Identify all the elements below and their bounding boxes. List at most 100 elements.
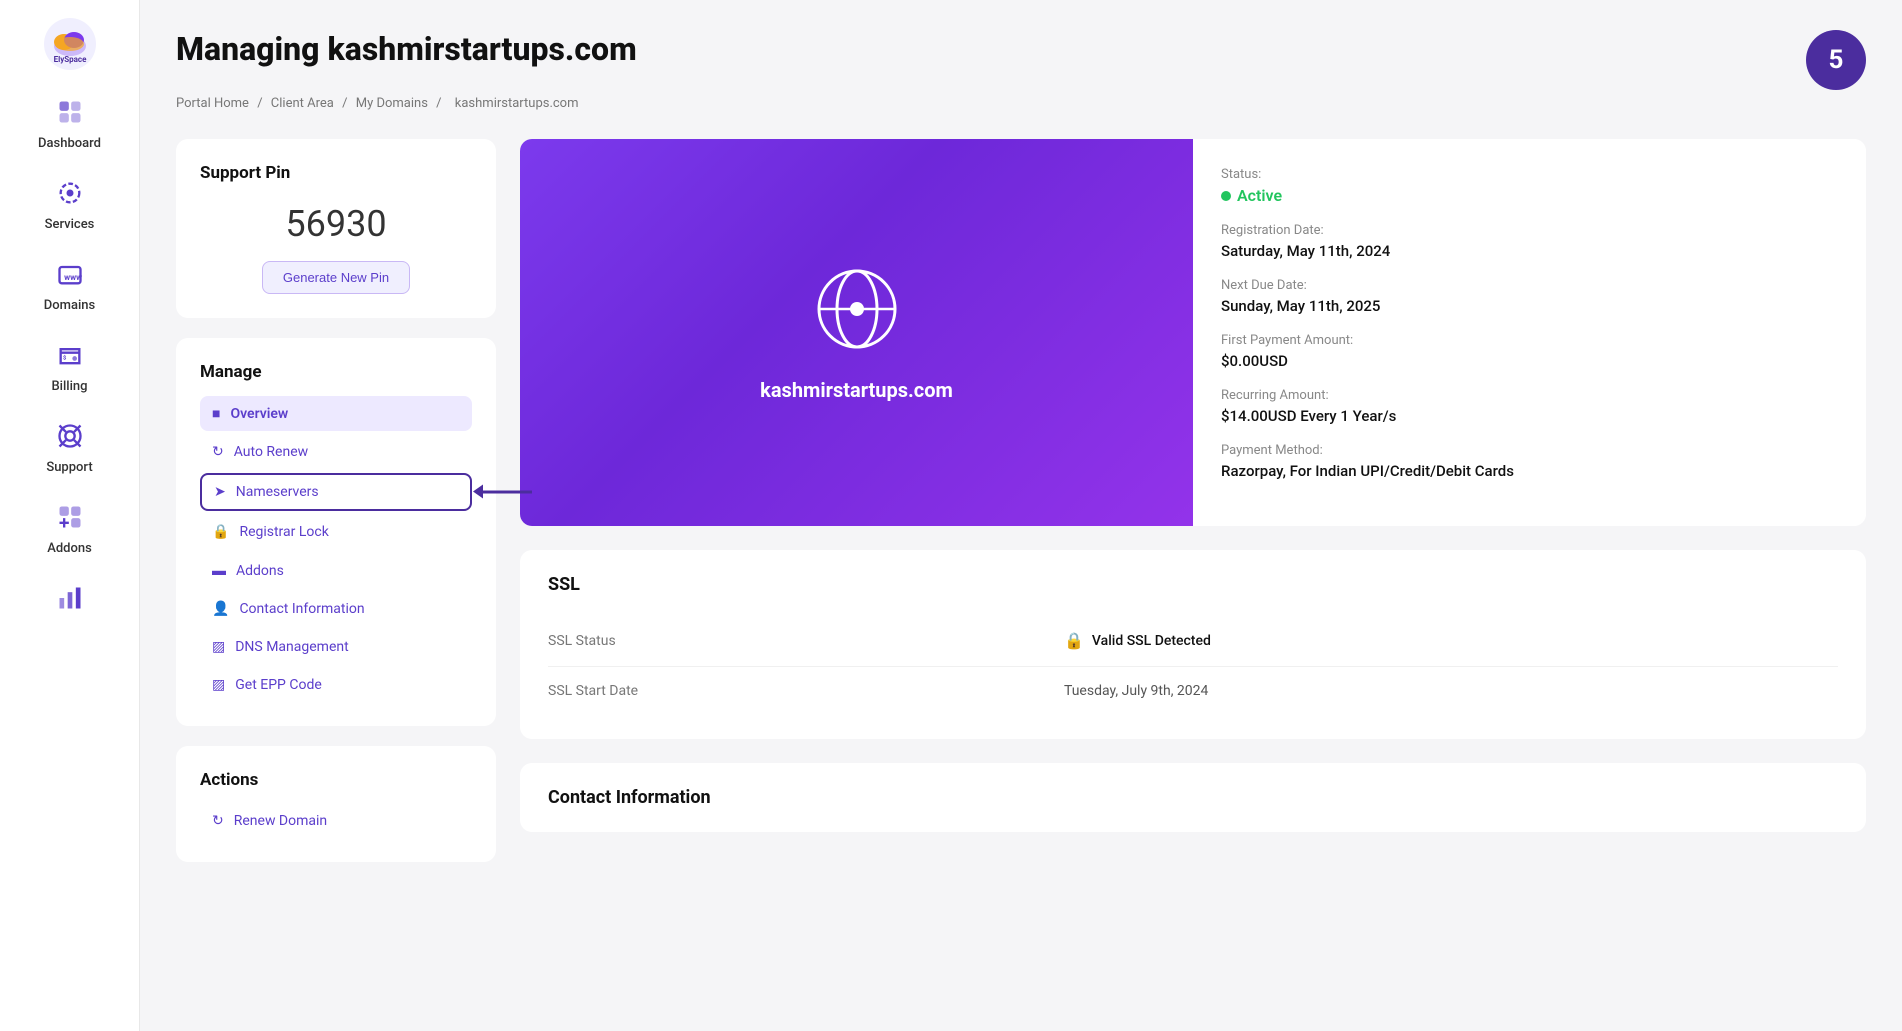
addons-manage-label: Addons	[236, 563, 284, 579]
action-item-renew[interactable]: ↻ Renew Domain	[200, 804, 472, 838]
registrar-lock-label: Registrar Lock	[239, 524, 328, 540]
ssl-table: SSL Status 🔒 Valid SSL Detected SSL Star…	[548, 615, 1838, 715]
ssl-start-value: Tuesday, July 9th, 2024	[1064, 667, 1838, 716]
sidebar-item-addons[interactable]: Addons	[15, 489, 125, 566]
dns-icon: ▨	[212, 639, 225, 655]
ssl-start-label: SSL Start Date	[548, 667, 1064, 716]
manage-item-registrar-lock[interactable]: 🔒 Registrar Lock	[200, 515, 472, 549]
first-payment-label: First Payment Amount:	[1221, 333, 1838, 348]
notification-badge[interactable]: 5	[1806, 30, 1866, 90]
services-label: Services	[45, 217, 95, 232]
billing-label: Billing	[51, 379, 87, 394]
registration-label: Registration Date:	[1221, 223, 1838, 238]
manage-item-dns[interactable]: ▨ DNS Management	[200, 630, 472, 664]
first-payment-value: $0.00USD	[1221, 352, 1838, 370]
ssl-status-value: Valid SSL Detected	[1092, 633, 1211, 649]
auto-renew-label: Auto Renew	[234, 444, 308, 460]
contact-info-label: Contact Information	[239, 601, 364, 617]
ssl-status-label: SSL Status	[548, 615, 1064, 667]
svg-text:ElySpace: ElySpace	[53, 55, 87, 64]
addons-icon	[52, 499, 88, 535]
support-pin-value: 56930	[200, 203, 472, 245]
breadcrumb-client-area[interactable]: Client Area	[271, 96, 334, 111]
nameservers-arrow	[482, 491, 532, 494]
actions-heading: Actions	[200, 770, 472, 790]
manage-list: ■ Overview ↻ Auto Renew ➤ Nameservers	[200, 396, 472, 702]
ssl-section: SSL SSL Status 🔒 Valid SSL Detected SSL …	[520, 550, 1866, 739]
registrar-lock-icon: 🔒	[212, 524, 229, 540]
dashboard-label: Dashboard	[38, 136, 101, 151]
payment-method-label: Payment Method:	[1221, 443, 1838, 458]
sidebar-item-services[interactable]: Services	[15, 165, 125, 242]
generate-pin-button[interactable]: Generate New Pin	[262, 261, 410, 294]
epp-icon: ▨	[212, 677, 225, 693]
left-panel: Support Pin 56930 Generate New Pin Manag…	[176, 139, 496, 862]
renew-icon: ↻	[212, 813, 224, 829]
support-label: Support	[46, 460, 92, 475]
manage-item-overview[interactable]: ■ Overview	[200, 396, 472, 431]
recurring-label: Recurring Amount:	[1221, 388, 1838, 403]
manage-item-contact-info[interactable]: 👤 Contact Information	[200, 592, 472, 626]
recurring-row: Recurring Amount: $14.00USD Every 1 Year…	[1221, 388, 1838, 425]
contact-info-icon: 👤	[212, 601, 229, 617]
breadcrumb-portal-home[interactable]: Portal Home	[176, 96, 249, 111]
next-due-label: Next Due Date:	[1221, 278, 1838, 293]
nameservers-label: Nameservers	[236, 484, 319, 500]
manage-item-addons[interactable]: ▬ Addons	[200, 553, 472, 588]
top-bar: Managing kashmirstartups.com 5	[176, 30, 1866, 90]
next-due-value: Sunday, May 11th, 2025	[1221, 297, 1838, 315]
addons-label: Addons	[47, 541, 92, 556]
next-due-row: Next Due Date: Sunday, May 11th, 2025	[1221, 278, 1838, 315]
manage-item-epp[interactable]: ▨ Get EPP Code	[200, 668, 472, 702]
logo[interactable]: ElySpace	[42, 16, 98, 72]
status-label: Status:	[1221, 167, 1838, 182]
page-title: Managing kashmirstartups.com	[176, 30, 637, 68]
support-icon	[52, 418, 88, 454]
epp-label: Get EPP Code	[235, 677, 322, 693]
renew-label: Renew Domain	[234, 813, 327, 829]
services-icon	[52, 175, 88, 211]
registration-value: Saturday, May 11th, 2024	[1221, 242, 1838, 260]
sidebar-item-support[interactable]: Support	[15, 408, 125, 485]
support-pin-heading: Support Pin	[200, 163, 472, 183]
status-row: Status: Active	[1221, 167, 1838, 205]
domain-details: Status: Active Registration Date: Saturd…	[1193, 139, 1866, 526]
main-content: Managing kashmirstartups.com 5 Portal Ho…	[140, 0, 1902, 1031]
breadcrumb-my-domains[interactable]: My Domains	[356, 96, 428, 111]
sidebar-item-billing[interactable]: $ Billing	[15, 327, 125, 404]
domains-label: Domains	[44, 298, 95, 313]
svg-text:www: www	[64, 272, 82, 282]
overview-label: Overview	[230, 406, 288, 422]
manage-item-nameservers[interactable]: ➤ Nameservers	[200, 473, 472, 511]
content-grid: Support Pin 56930 Generate New Pin Manag…	[176, 139, 1866, 862]
stats-icon	[52, 580, 88, 616]
sidebar-item-dashboard[interactable]: Dashboard	[15, 84, 125, 161]
nameservers-icon: ➤	[214, 484, 226, 500]
ssl-start-row: SSL Start Date Tuesday, July 9th, 2024	[548, 667, 1838, 716]
sidebar: ElySpace Dashboard Services	[0, 0, 140, 1031]
manage-item-auto-renew[interactable]: ↻ Auto Renew	[200, 435, 472, 469]
registration-row: Registration Date: Saturday, May 11th, 2…	[1221, 223, 1838, 260]
breadcrumb: Portal Home / Client Area / My Domains /…	[176, 96, 1866, 111]
domain-info-wrapper: kashmirstartups.com Status: Active Regis…	[520, 139, 1866, 526]
actions-card: Actions ↻ Renew Domain	[176, 746, 496, 862]
domain-visual: kashmirstartups.com	[520, 139, 1193, 526]
support-pin-card: Support Pin 56930 Generate New Pin	[176, 139, 496, 318]
addons-manage-icon: ▬	[212, 562, 226, 579]
auto-renew-icon: ↻	[212, 444, 224, 460]
payment-method-value: Razorpay, For Indian UPI/Credit/Debit Ca…	[1221, 462, 1838, 480]
contact-section: Contact Information	[520, 763, 1866, 832]
overview-icon: ■	[212, 405, 220, 422]
lock-icon: 🔒	[1064, 631, 1084, 650]
ssl-status-row: SSL Status 🔒 Valid SSL Detected	[548, 615, 1838, 667]
first-payment-row: First Payment Amount: $0.00USD	[1221, 333, 1838, 370]
recurring-value: $14.00USD Every 1 Year/s	[1221, 407, 1838, 425]
globe-icon	[812, 264, 902, 358]
sidebar-item-domains[interactable]: www Domains	[15, 246, 125, 323]
manage-card: Manage ■ Overview ↻ Auto Renew ➤ Nameser…	[176, 338, 496, 726]
breadcrumb-current: kashmirstartups.com	[455, 96, 579, 111]
payment-method-row: Payment Method: Razorpay, For Indian UPI…	[1221, 443, 1838, 480]
status-dot	[1221, 191, 1231, 201]
dns-label: DNS Management	[235, 639, 348, 655]
sidebar-item-stats[interactable]	[15, 570, 125, 626]
